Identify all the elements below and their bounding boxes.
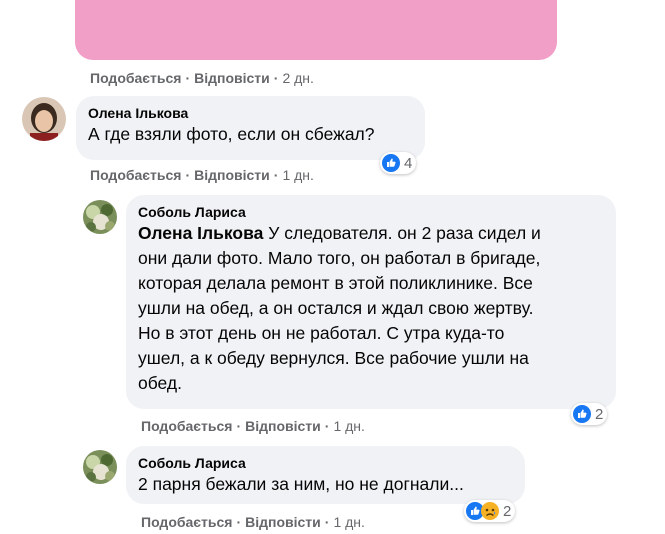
comment-text: 2 парня бежали за ним, но не догнали... xyxy=(138,474,464,494)
timestamp[interactable]: 2 дн. xyxy=(282,70,313,86)
reaction-count: 2 xyxy=(503,502,512,520)
comment-actions: Подобається · Відповісти · 1 дн. xyxy=(90,167,314,183)
post-actions: Подобається · Відповісти · 2 дн. xyxy=(90,70,314,86)
like-link[interactable]: Подобається xyxy=(90,167,181,183)
like-reaction-icon xyxy=(573,405,591,423)
reaction-summary[interactable]: 2 xyxy=(571,403,608,425)
comment-author[interactable]: Соболь Лариса xyxy=(138,203,604,221)
comment-text-line: Но в этот день он не работал. С утра куд… xyxy=(138,323,505,343)
comment-bubble: Соболь Лариса 2 парня бежали за ним, но … xyxy=(126,446,525,504)
avatar-photo xyxy=(22,97,66,141)
comment-author[interactable]: Олена Ількова xyxy=(88,104,413,122)
reaction-summary[interactable]: 4 xyxy=(380,152,417,174)
comment-actions: Подобається · Відповісти · 1 дн. xyxy=(141,514,365,530)
separator: · xyxy=(324,514,330,530)
separator: · xyxy=(273,167,279,183)
comment-bubble: Олена Ількова А где взяли фото, если он … xyxy=(76,96,425,160)
separator: · xyxy=(236,514,242,530)
comment-text: Олена Ількова У следователя. он 2 раза с… xyxy=(138,221,604,396)
comment-text-line: они дали фото. Мало того, он работал в б… xyxy=(138,248,541,268)
like-link[interactable]: Подобається xyxy=(141,514,232,530)
avatar[interactable] xyxy=(83,450,117,484)
avatar-photo xyxy=(83,200,117,234)
reply-link[interactable]: Відповісти xyxy=(245,418,321,434)
comment-text: А где взяли фото, если он сбежал? xyxy=(88,124,375,144)
sad-reaction-icon xyxy=(481,502,499,520)
comment-text-line: ушел, а к обеду вернулся. Все рабочие уш… xyxy=(138,348,529,368)
separator: · xyxy=(185,70,191,86)
reaction-count: 4 xyxy=(404,154,413,172)
avatar[interactable] xyxy=(22,97,66,141)
reply-link[interactable]: Відповісти xyxy=(245,514,321,530)
reaction-summary[interactable]: 2 xyxy=(464,500,516,522)
avatar-photo xyxy=(83,450,117,484)
comment-text-line: обед. xyxy=(138,373,182,393)
like-link[interactable]: Подобається xyxy=(90,70,181,86)
like-link[interactable]: Подобається xyxy=(141,418,232,434)
separator: · xyxy=(324,418,330,434)
comment-bubble: Соболь Лариса Олена Ількова У следовател… xyxy=(126,195,616,409)
timestamp[interactable]: 1 дн. xyxy=(333,418,364,434)
timestamp[interactable]: 1 дн. xyxy=(282,167,313,183)
mention-link[interactable]: Олена Ількова xyxy=(138,223,263,243)
comment-text-line: которая делала ремонт в этой поликлинике… xyxy=(138,273,533,293)
comment-author[interactable]: Соболь Лариса xyxy=(138,454,513,472)
reaction-count: 2 xyxy=(595,405,604,423)
comment-actions: Подобається · Відповісти · 1 дн. xyxy=(141,418,365,434)
reply-link[interactable]: Відповісти xyxy=(194,167,270,183)
comment-text-line: У следователя. он 2 раза сидел и xyxy=(263,223,541,243)
avatar[interactable] xyxy=(83,200,117,234)
reply-link[interactable]: Відповісти xyxy=(194,70,270,86)
separator: · xyxy=(236,418,242,434)
separator: · xyxy=(185,167,191,183)
shared-image-card[interactable] xyxy=(75,0,557,60)
comment-text-line: ушли на обед, а он остался и ждал свою ж… xyxy=(138,298,534,318)
timestamp[interactable]: 1 дн. xyxy=(333,514,364,530)
like-reaction-icon xyxy=(382,154,400,172)
separator: · xyxy=(273,70,279,86)
